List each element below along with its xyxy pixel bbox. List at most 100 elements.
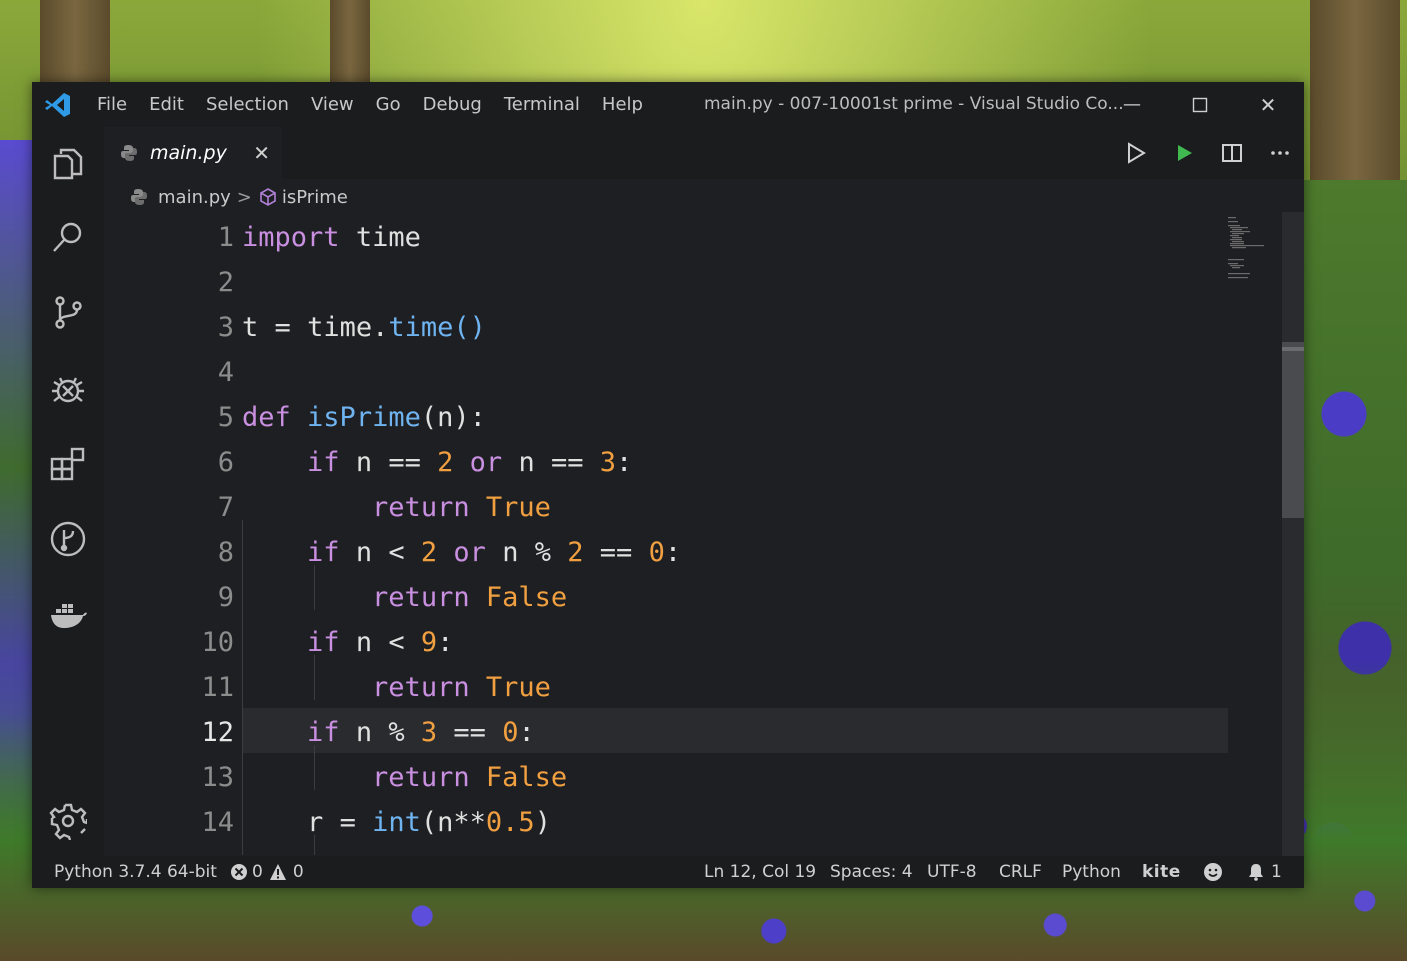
close-window-button[interactable]: ✕ bbox=[1234, 82, 1302, 127]
menu-terminal[interactable]: Terminal bbox=[493, 94, 591, 115]
vertical-scrollbar[interactable] bbox=[1282, 212, 1304, 856]
error-count: 0 bbox=[252, 862, 263, 882]
notifications-button[interactable]: 1 bbox=[1247, 856, 1282, 888]
menu-go[interactable]: Go bbox=[365, 94, 412, 115]
line-number: 9 bbox=[217, 582, 234, 613]
line-number: 14 bbox=[201, 807, 234, 838]
play-outline-icon bbox=[1128, 142, 1146, 164]
breadcrumb-file[interactable]: main.py bbox=[158, 187, 231, 208]
ellipsis-icon bbox=[1271, 151, 1289, 155]
line-number: 6 bbox=[217, 447, 234, 478]
extensions-button[interactable] bbox=[46, 443, 90, 487]
warning-count: 0 bbox=[292, 862, 304, 882]
menu-file[interactable]: File bbox=[86, 94, 138, 115]
background-tree-trunk bbox=[330, 0, 370, 90]
line-number: 3 bbox=[217, 312, 234, 343]
debug-button[interactable] bbox=[46, 367, 90, 411]
line-number: 4 bbox=[217, 357, 234, 388]
code-line: r = int(n**0.5) bbox=[307, 807, 551, 838]
maximize-icon bbox=[1192, 97, 1208, 112]
code-line: if n < 2 or n % 2 == 0: bbox=[307, 537, 682, 568]
scrollbar-cursor-marker bbox=[1282, 347, 1304, 351]
smiley-icon bbox=[1204, 863, 1222, 881]
play-green-icon bbox=[1178, 145, 1192, 161]
line-number: 8 bbox=[217, 537, 234, 568]
code-line: return False bbox=[372, 762, 568, 793]
menu-view[interactable]: View bbox=[300, 94, 365, 115]
code-line: return True bbox=[372, 492, 551, 523]
extensions-icon bbox=[50, 447, 85, 481]
menu-help[interactable]: Help bbox=[591, 94, 654, 115]
files-icon bbox=[53, 148, 83, 180]
split-editor-button[interactable] bbox=[1208, 133, 1256, 173]
git-lens-button[interactable] bbox=[46, 517, 90, 561]
code-editor[interactable]: import time t = time.time() def isPrime(n)… bbox=[242, 215, 1228, 856]
line-number: 10 bbox=[201, 627, 234, 658]
line-number-active: 12 bbox=[201, 717, 234, 748]
kite-status[interactable]: kite bbox=[1142, 856, 1181, 888]
menu-selection[interactable]: Selection bbox=[195, 94, 300, 115]
code-line: if n % 3 == 0: bbox=[307, 717, 535, 748]
git-history-icon bbox=[50, 521, 86, 557]
encoding[interactable]: UTF-8 bbox=[927, 856, 977, 888]
menu-debug[interactable]: Debug bbox=[412, 94, 493, 115]
more-actions-button[interactable] bbox=[1256, 133, 1304, 173]
line-number: 5 bbox=[217, 402, 234, 433]
split-editor-icon bbox=[1222, 144, 1242, 162]
code-line: if n < 9: bbox=[307, 627, 454, 658]
docker-icon bbox=[51, 604, 87, 628]
gear-icon bbox=[49, 803, 87, 840]
tab-bar: main.py ✕ bbox=[104, 127, 1304, 179]
breadcrumb: main.py > isPrime bbox=[104, 179, 1304, 215]
code-line: def isPrime(n): bbox=[242, 402, 486, 433]
code-line: return False bbox=[372, 582, 568, 613]
python-interpreter[interactable]: Python 3.7.4 64-bit bbox=[54, 856, 217, 888]
vscode-logo-icon bbox=[45, 92, 70, 117]
window-title: main.py - 007-10001st prime - Visual Stu… bbox=[704, 94, 1124, 114]
docker-button[interactable] bbox=[46, 593, 90, 637]
explorer-button[interactable] bbox=[46, 141, 90, 185]
tab-label: main.py bbox=[150, 142, 227, 164]
breadcrumb-separator: > bbox=[236, 186, 252, 208]
search-icon bbox=[53, 222, 82, 252]
run-file-button[interactable] bbox=[1112, 133, 1160, 173]
vscode-window: File Edit Selection View Go Debug Termin… bbox=[32, 82, 1304, 888]
feedback-button[interactable] bbox=[1203, 856, 1223, 888]
status-bar: Python 3.7.4 64-bit 0 0 Ln 12, Col 19 Sp… bbox=[32, 856, 1304, 888]
bug-icon bbox=[52, 377, 84, 403]
close-icon: ✕ bbox=[1259, 92, 1277, 117]
line-ending[interactable]: CRLF bbox=[999, 856, 1042, 888]
cursor-position[interactable]: Ln 12, Col 19 bbox=[704, 856, 816, 888]
minimize-icon: — bbox=[1123, 94, 1141, 115]
tab-close-icon[interactable]: ✕ bbox=[253, 141, 270, 165]
line-number-gutter: 1 2 3 4 5 6 7 8 9 10 11 12 13 14 bbox=[104, 215, 234, 856]
line-number: 2 bbox=[217, 267, 234, 298]
run-python-button[interactable] bbox=[1160, 133, 1208, 173]
code-line: if n == 2 or n == 3: bbox=[307, 447, 633, 478]
activity-bar: 1 bbox=[32, 127, 104, 886]
bell-icon bbox=[1249, 864, 1263, 881]
code-line: import time bbox=[242, 222, 421, 253]
problems-indicator[interactable]: 0 0 bbox=[230, 856, 304, 888]
breadcrumb-symbol[interactable]: isPrime bbox=[282, 187, 348, 208]
warning-icon bbox=[269, 864, 286, 880]
line-number: 7 bbox=[217, 492, 234, 523]
title-bar: File Edit Selection View Go Debug Termin… bbox=[32, 82, 1304, 127]
manage-button[interactable] bbox=[46, 799, 90, 843]
source-control-icon bbox=[55, 296, 82, 329]
source-control-button[interactable] bbox=[46, 290, 90, 334]
line-number: 1 bbox=[217, 222, 234, 253]
python-file-icon bbox=[131, 189, 147, 205]
minimize-button[interactable]: — bbox=[1098, 82, 1166, 127]
search-button[interactable] bbox=[46, 215, 90, 259]
notification-count: 1 bbox=[1271, 862, 1282, 882]
tab-main-py[interactable]: main.py ✕ bbox=[104, 127, 282, 179]
menu-edit[interactable]: Edit bbox=[138, 94, 195, 115]
minimap[interactable] bbox=[1226, 215, 1282, 315]
language-mode[interactable]: Python bbox=[1062, 856, 1121, 888]
scrollbar-thumb[interactable] bbox=[1282, 342, 1304, 518]
maximize-button[interactable] bbox=[1166, 82, 1234, 127]
indentation[interactable]: Spaces: 4 bbox=[830, 856, 913, 888]
code-line: return True bbox=[372, 672, 551, 703]
editor-actions bbox=[1112, 127, 1304, 179]
